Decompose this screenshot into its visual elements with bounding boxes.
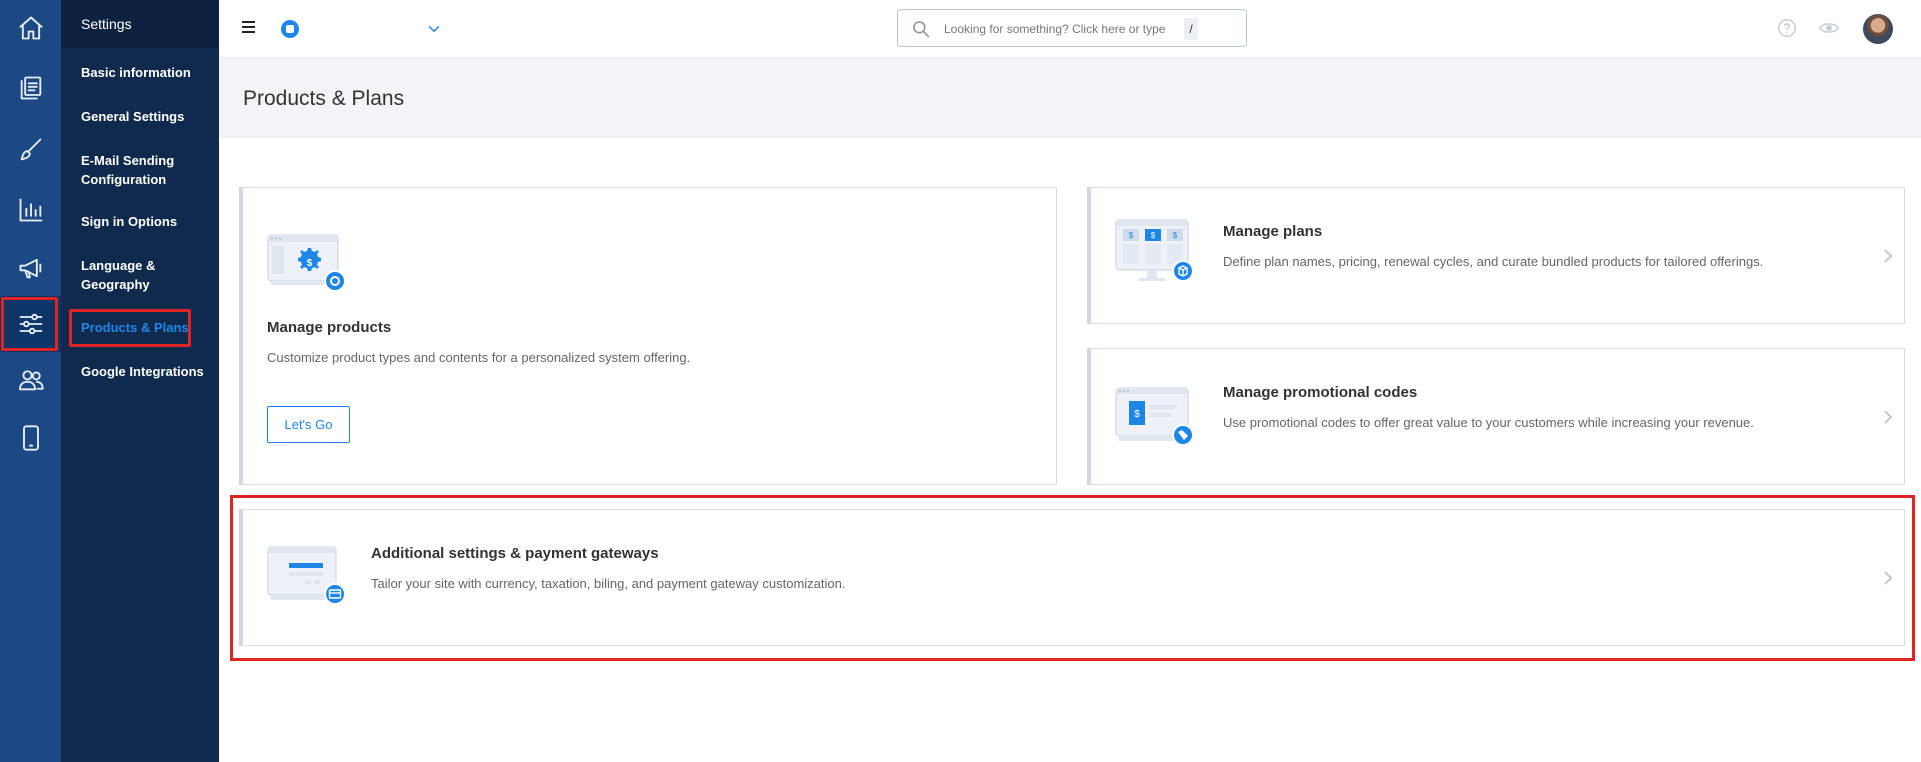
svg-text:$: $ (1129, 231, 1134, 240)
additional-settings-description: Tailor your site with currency, taxation… (371, 576, 846, 591)
additional-settings-card[interactable]: Additional settings & payment gateways T… (239, 509, 1905, 646)
analytics-icon[interactable] (0, 182, 61, 238)
brush-icon[interactable] (0, 122, 61, 178)
plans-illustration-icon: $ $ $ (1115, 219, 1194, 282)
avatar[interactable] (1863, 14, 1893, 44)
manage-products-card: $ Manage products Customize product type… (239, 187, 1057, 485)
manage-products-title: Manage products (267, 319, 392, 336)
promo-codes-card[interactable]: $ Manage promotional codes Use promotion… (1087, 348, 1905, 485)
megaphone-icon[interactable] (0, 240, 61, 296)
chevron-right-icon (1884, 410, 1893, 424)
sidebar-item-language-geography[interactable]: Language & Geography (81, 256, 213, 294)
payment-illustration-icon (267, 546, 346, 605)
products-illustration-icon: $ (267, 234, 346, 292)
svg-text:$: $ (307, 258, 313, 269)
sidebar-item-email-sending[interactable]: E-Mail Sending Configuration (81, 151, 213, 189)
svg-text:$: $ (1134, 409, 1140, 420)
pages-icon[interactable] (0, 60, 61, 116)
icon-rail (0, 0, 61, 762)
help-icon[interactable] (1776, 17, 1798, 39)
mobile-icon[interactable] (0, 410, 61, 466)
chevron-right-icon (1884, 249, 1893, 263)
sidebar-item-general-settings[interactable]: General Settings (81, 107, 213, 126)
promo-codes-description: Use promotional codes to offer great val… (1223, 415, 1754, 430)
manage-plans-title: Manage plans (1223, 223, 1323, 240)
manage-products-description: Customize product types and contents for… (267, 350, 691, 365)
home-icon[interactable] (0, 0, 61, 56)
search-box[interactable]: / (897, 9, 1247, 47)
hamburger-menu-icon[interactable] (242, 21, 255, 33)
additional-settings-title: Additional settings & payment gateways (371, 545, 659, 562)
manage-plans-description: Define plan names, pricing, renewal cycl… (1223, 254, 1764, 269)
sliders-icon[interactable] (0, 296, 61, 352)
sidebar-item-products-plans[interactable]: Products & Plans (81, 318, 213, 337)
search-input[interactable] (944, 19, 1184, 39)
lets-go-button[interactable]: Let's Go (267, 406, 350, 443)
page-title: Products & Plans (243, 87, 405, 110)
manage-plans-card[interactable]: $ $ $ Manage plans Define plan names, pr… (1087, 187, 1905, 324)
sidebar-item-basic-information[interactable]: Basic information (81, 63, 213, 82)
sidebar-item-google-integrations[interactable]: Google Integrations (81, 362, 213, 381)
page-header: Products & Plans (219, 58, 1921, 138)
chevron-right-icon (1884, 571, 1893, 585)
top-bar: / (219, 0, 1921, 58)
sidebar-item-sign-in-options[interactable]: Sign in Options (81, 212, 213, 231)
promo-illustration-icon: $ (1115, 387, 1194, 446)
chevron-down-icon[interactable] (425, 20, 443, 38)
svg-text:$: $ (1151, 231, 1156, 240)
users-icon[interactable] (0, 352, 61, 408)
search-shortcut-key: / (1184, 18, 1198, 40)
svg-text:$: $ (1173, 231, 1178, 240)
sidebar-header: Settings (61, 0, 219, 48)
search-icon (913, 21, 930, 38)
settings-sidebar: Settings Basic information General Setti… (61, 0, 219, 762)
promo-codes-title: Manage promotional codes (1223, 384, 1418, 401)
app-logo-icon[interactable] (281, 20, 299, 38)
preview-eye-icon[interactable] (1818, 17, 1840, 39)
